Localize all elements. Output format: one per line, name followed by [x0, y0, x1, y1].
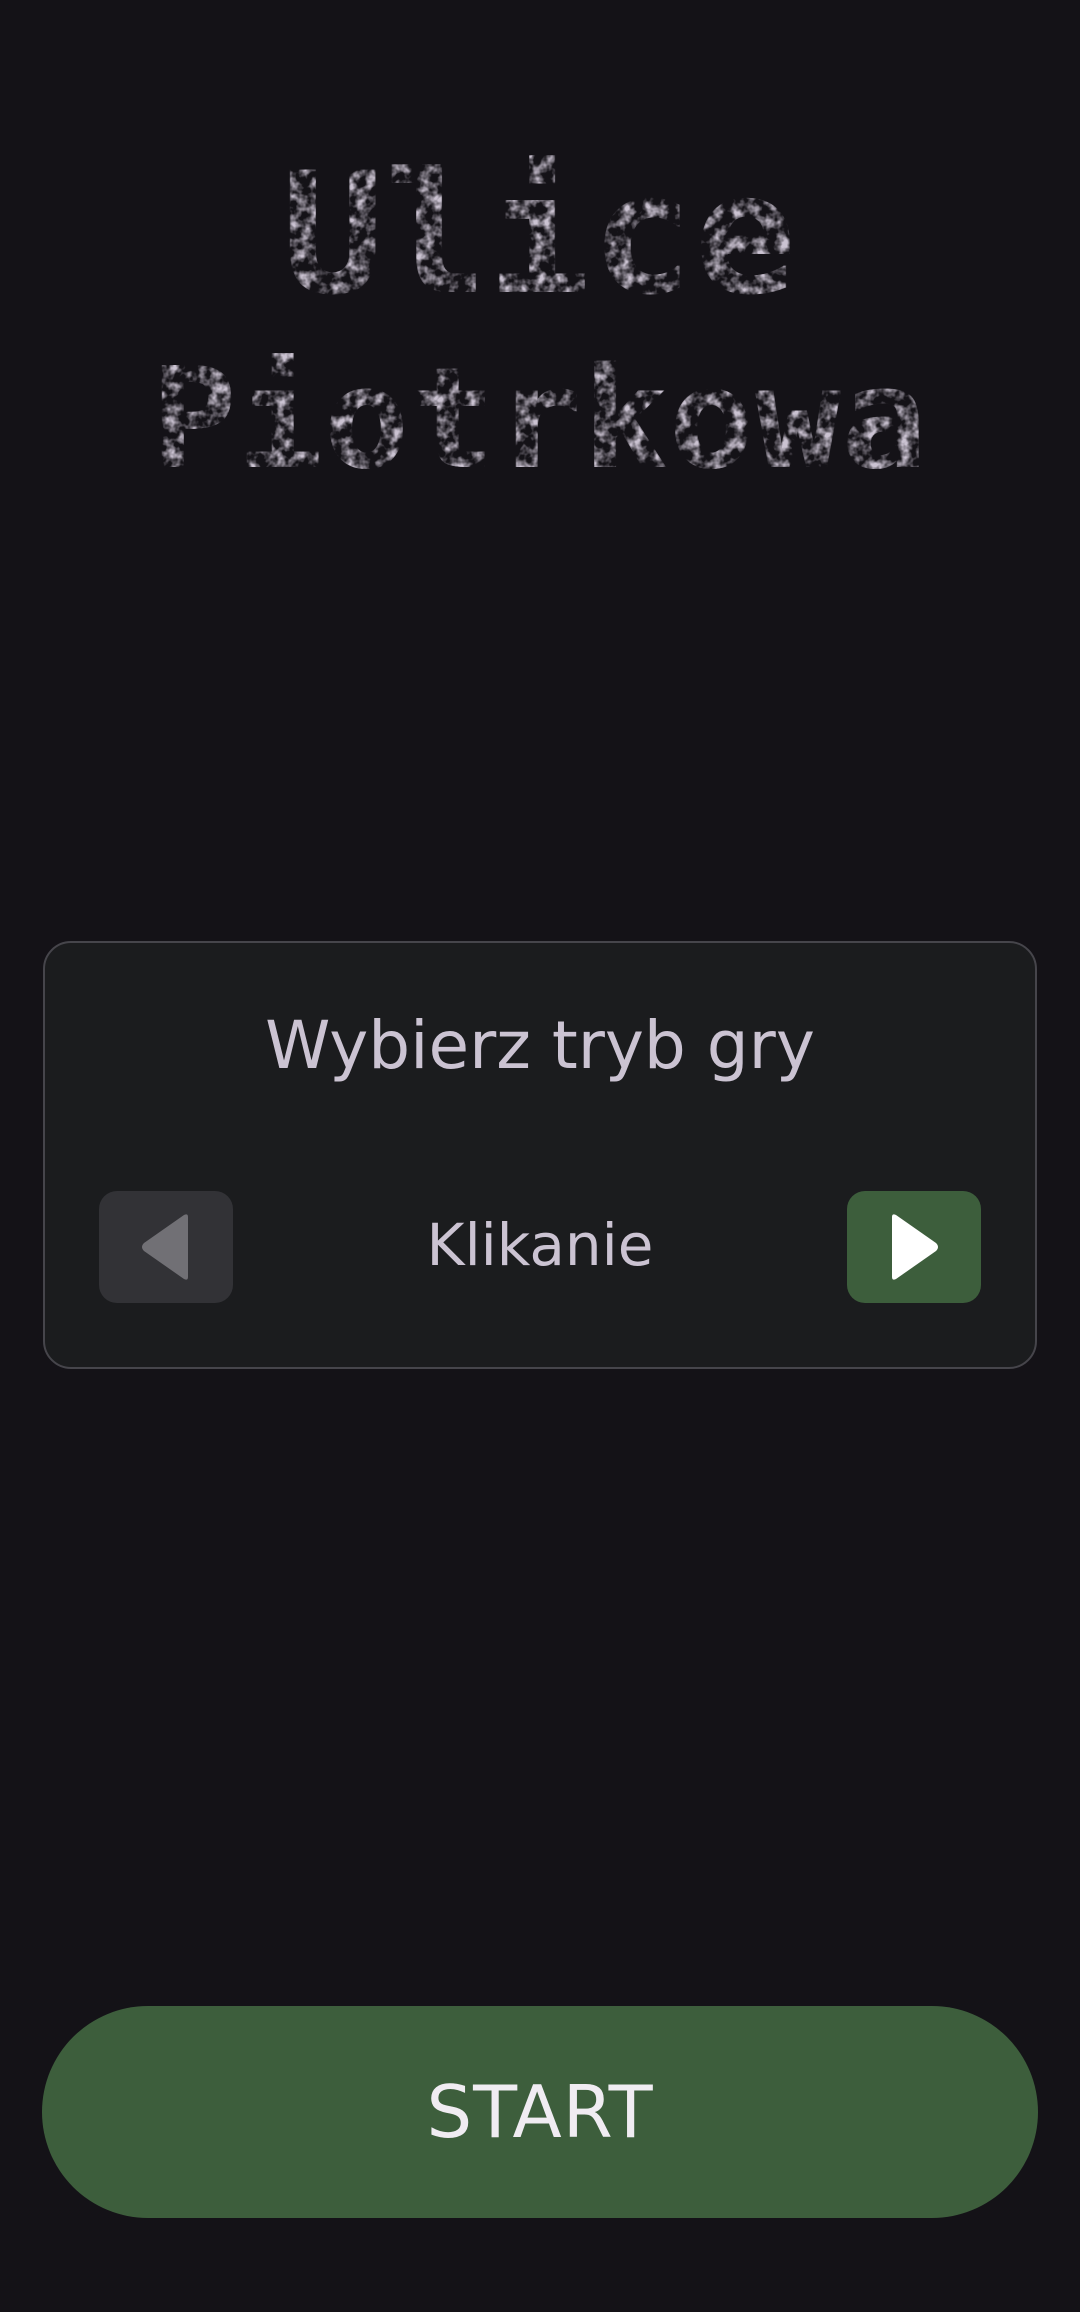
game-mode-card: Wybierz tryb gry Klikanie — [43, 941, 1037, 1369]
triangle-right-icon — [892, 1214, 938, 1280]
next-mode-button[interactable] — [847, 1191, 981, 1303]
app-title-line-2: Piotrkowa — [151, 338, 929, 501]
start-button-label: START — [426, 2070, 654, 2154]
start-button[interactable]: START — [42, 2006, 1038, 2218]
selected-game-mode: Klikanie — [426, 1211, 654, 1279]
previous-mode-button[interactable] — [99, 1191, 233, 1303]
triangle-left-icon — [142, 1214, 188, 1280]
game-mode-heading: Wybierz tryb gry — [265, 1007, 815, 1084]
app-title-line-1: Ulice — [282, 136, 798, 332]
